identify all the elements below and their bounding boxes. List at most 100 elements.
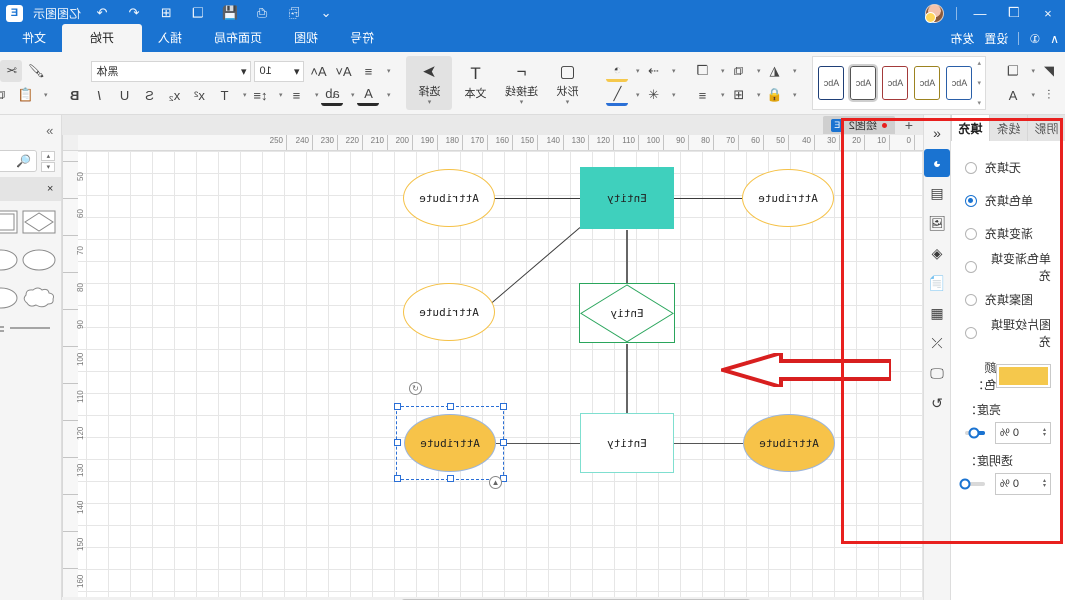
tab-shadow[interactable]: 阴影	[1027, 115, 1065, 141]
image-icon[interactable]: 🖼	[924, 209, 950, 237]
tool-select[interactable]: ➤ 选择 ▾	[406, 56, 453, 110]
tab-line[interactable]: 线条	[989, 115, 1027, 141]
tab-insert[interactable]: 插入	[142, 24, 198, 52]
radio-button-selected[interactable]	[965, 194, 977, 207]
style-swatch-selected[interactable]: Abc	[848, 64, 879, 102]
connector-line[interactable]	[490, 227, 581, 304]
font-name-input[interactable]: ▾ 黑体	[91, 60, 252, 82]
transparency-slider[interactable]	[959, 478, 985, 490]
effects-icon[interactable]: ✳	[642, 84, 664, 106]
style-swatch[interactable]: Abc	[882, 66, 909, 100]
undo-icon[interactable]: ↶	[123, 5, 145, 21]
vertical-ruler[interactable]: 50 60 70 80 90 100 110 120 130 140 150 160	[62, 151, 85, 597]
add-page-button[interactable]: +	[899, 117, 919, 133]
paste-icon[interactable]: 📋	[14, 84, 36, 106]
shape-attribute[interactable]: Attribute	[403, 283, 495, 341]
shape-attribute[interactable]: Attribute	[403, 169, 495, 227]
export-icon[interactable]: ⎘	[283, 5, 305, 21]
fill-color-icon[interactable]: ◔	[606, 60, 629, 82]
presentation-icon[interactable]: 🖵	[924, 359, 950, 387]
flip-icon[interactable]: ◤	[1038, 60, 1060, 82]
redo-icon[interactable]: ↷	[91, 5, 113, 21]
cut-icon[interactable]: ✂	[0, 60, 23, 82]
align-text-icon[interactable]: ≡	[357, 60, 379, 82]
expand-icon[interactable]: »	[46, 123, 53, 138]
symbol-attribute[interactable]	[0, 245, 18, 275]
print-icon[interactable]: ⎙	[251, 5, 273, 21]
connector-line[interactable]	[626, 230, 628, 284]
fill-color-swatch[interactable]	[996, 364, 1051, 388]
chevron-down-icon[interactable]: ⌄	[315, 5, 337, 21]
shape-entity[interactable]: Entity	[580, 167, 674, 229]
tab-fill[interactable]: 填充	[951, 115, 989, 141]
superscript-icon[interactable]: x²	[188, 84, 210, 106]
tab-page-layout[interactable]: 页面布局	[198, 24, 278, 52]
connector-line[interactable]	[495, 198, 580, 199]
grid-apps-icon[interactable]: ▤	[924, 179, 950, 207]
text-direction-icon[interactable]: A	[1002, 84, 1024, 106]
shape-attribute[interactable]: Attribute	[742, 169, 834, 227]
resize-handle[interactable]	[500, 403, 507, 410]
fill-option-none[interactable]: 无填充	[965, 151, 1051, 184]
layers-icon[interactable]: ◈	[924, 239, 950, 267]
notes-icon[interactable]: 📄	[924, 269, 950, 297]
font-size-input[interactable]: ▾ 10	[254, 60, 305, 82]
format-painter-icon[interactable]: 🖌	[25, 60, 47, 82]
avatar[interactable]	[925, 3, 944, 23]
maximize-button[interactable]: ❐	[1003, 5, 1025, 21]
style-swatch[interactable]: Abc	[914, 66, 941, 100]
radio-button[interactable]	[965, 326, 977, 339]
stepper-arrows[interactable]: ▴ ▾	[1043, 478, 1046, 489]
grow-font-icon[interactable]: A˄	[307, 60, 329, 82]
fill-option-mono-gradient[interactable]: 单色渐变填充	[965, 250, 1051, 283]
close-button[interactable]: ×	[1037, 6, 1059, 21]
align-shapes-icon[interactable]: ⊞	[727, 84, 749, 106]
tool-text[interactable]: T 文本	[452, 56, 498, 110]
shuffle-icon[interactable]: ⤬	[924, 329, 950, 357]
settings-label[interactable]: 设置	[984, 30, 1008, 47]
rotate-handle[interactable]: ↺	[409, 382, 422, 395]
help-icon[interactable]: ①	[1029, 32, 1040, 46]
resize-handle[interactable]	[394, 439, 401, 446]
symbol-attribute[interactable]	[22, 245, 56, 275]
arrow-style-icon[interactable]: ⇢	[642, 60, 664, 82]
fill-bucket-icon[interactable]: ◕	[924, 149, 950, 177]
add-icon[interactable]: ⊞	[155, 5, 177, 21]
line-color-icon[interactable]: ╲	[606, 84, 629, 106]
radio-button[interactable]	[965, 161, 977, 174]
symbol-entity-diamond[interactable]	[22, 207, 56, 237]
underline-icon[interactable]: U	[113, 84, 135, 106]
shape-entity[interactable]: Entity	[580, 413, 674, 473]
horizontal-ruler[interactable]: 0 10 20 30 40 50 60 70 80 90 100 110 120 130 140 150 160…	[78, 135, 923, 151]
symbol-cloud[interactable]	[22, 283, 56, 313]
resize-handle[interactable]	[394, 475, 401, 482]
tool-connector[interactable]: ⌐ 连接线 ▾	[498, 56, 544, 110]
connector-line[interactable]	[674, 198, 742, 199]
connector-line[interactable]	[674, 443, 743, 444]
components-icon[interactable]: ▦	[924, 299, 950, 327]
gallery-scroll[interactable]: ▴ ▾ ▾	[975, 59, 983, 107]
connector-line[interactable]	[626, 344, 628, 414]
highlight-icon[interactable]: ab	[321, 84, 344, 106]
copy-icon[interactable]: ⧉	[0, 84, 11, 106]
radio-button[interactable]	[965, 260, 977, 273]
group-shape-icon[interactable]: ⧉	[727, 60, 749, 82]
style-gallery[interactable]: ▴ ▾ ▾ Abc Abc Abc Abc Abc	[812, 56, 986, 110]
tool-shape[interactable]: ▢ 形状 ▾	[544, 56, 590, 110]
line-spacing-icon[interactable]: ↕≡	[249, 84, 271, 106]
style-swatch[interactable]: Abc	[946, 66, 973, 100]
minimize-button[interactable]: —	[969, 6, 991, 21]
fill-option-gradient[interactable]: 渐变填充	[965, 217, 1051, 250]
flip-shape-icon[interactable]: ◭	[763, 60, 785, 82]
resize-handle[interactable]	[447, 403, 454, 410]
symbol-attribute[interactable]	[0, 283, 18, 313]
publish-label[interactable]: 发布	[950, 30, 974, 47]
style-swatch[interactable]: Abc	[818, 66, 845, 100]
save-icon[interactable]: 💾	[219, 5, 241, 21]
selection-handles[interactable]	[394, 403, 507, 482]
strikethrough-icon[interactable]: S	[138, 84, 160, 106]
shape-relationship[interactable]: Entiy	[579, 283, 675, 343]
bullet-list-icon[interactable]: ≡	[285, 84, 307, 106]
fill-option-solid[interactable]: 单色填充	[965, 184, 1051, 217]
document-tab[interactable]: 绘图2 E	[822, 116, 895, 134]
